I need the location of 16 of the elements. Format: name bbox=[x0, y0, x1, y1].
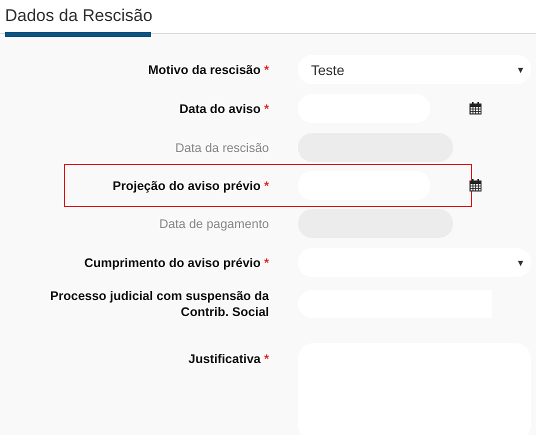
field-label: Processo judicial com suspensão da Contrib. Social bbox=[49, 288, 269, 320]
field-label: Justificativa * bbox=[187, 351, 269, 367]
field-label: Motivo da rescisão * bbox=[147, 62, 269, 78]
field-label: Projeção do aviso prévio * bbox=[112, 178, 269, 194]
field-label: Data da rescisão bbox=[174, 140, 269, 156]
caret-icon: ▼ bbox=[516, 258, 525, 268]
field-label: Data de pagamento bbox=[158, 216, 269, 232]
calendar-icon[interactable] bbox=[469, 102, 482, 115]
select-value: Teste bbox=[311, 62, 344, 78]
field-label: Data do aviso * bbox=[178, 100, 269, 116]
calendar-icon[interactable] bbox=[469, 179, 482, 192]
field-label: Cumprimento do aviso prévio * bbox=[83, 254, 269, 270]
section-title: Dados da Rescisão bbox=[5, 6, 152, 26]
select-field[interactable]: Teste ▼ bbox=[298, 55, 531, 84]
caret-icon: ▼ bbox=[516, 64, 525, 74]
select-field[interactable]: ▼ bbox=[298, 248, 531, 277]
